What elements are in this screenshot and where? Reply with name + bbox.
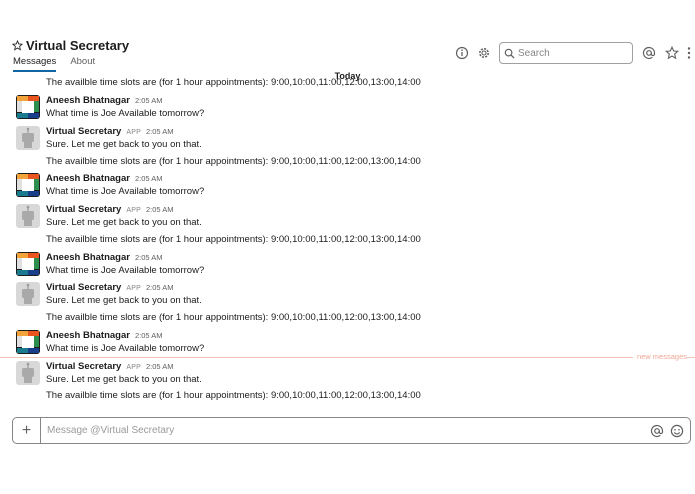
sender-name[interactable]: Aneesh Bhatnagar <box>46 330 130 341</box>
bot-avatar-icon <box>16 361 40 385</box>
mention-icon[interactable] <box>650 424 664 438</box>
avatar[interactable] <box>16 95 40 119</box>
message-time[interactable]: 2:05 AM <box>135 174 163 183</box>
message-header: Virtual Secretary APP 2:05 AM <box>46 126 173 137</box>
avatar[interactable] <box>16 204 40 228</box>
message-header: Aneesh Bhatnagar 2:05 AM <box>46 95 162 106</box>
user-avatar-icon <box>16 95 40 119</box>
star-icon[interactable] <box>665 46 679 60</box>
message-text: Sure. Let me get back to you on that. <box>46 217 202 228</box>
message-header: Virtual Secretary APP 2:05 AM <box>46 204 173 215</box>
message-text: What time is Joe Available tomorrow? <box>46 108 205 119</box>
new-messages-divider <box>0 357 695 358</box>
message-text: Sure. Let me get back to you on that. <box>46 374 202 385</box>
app-badge: APP <box>126 364 141 371</box>
avatar[interactable] <box>16 361 40 385</box>
sender-name[interactable]: Aneesh Bhatnagar <box>46 95 130 106</box>
channel-header: Virtual Secretary Messages About <box>0 0 695 72</box>
title-row: Virtual Secretary <box>12 38 129 53</box>
at-icon[interactable] <box>642 46 656 60</box>
avatar[interactable] <box>16 252 40 276</box>
message-text: What time is Joe Available tomorrow? <box>46 343 205 354</box>
sender-name[interactable]: Virtual Secretary <box>46 204 121 215</box>
search-box[interactable] <box>499 42 633 64</box>
sender-name[interactable]: Aneesh Bhatnagar <box>46 173 130 184</box>
message-header: Aneesh Bhatnagar 2:05 AM <box>46 252 162 263</box>
gear-icon[interactable] <box>477 46 491 60</box>
message-text: The availble time slots are (for 1 hour … <box>46 312 421 323</box>
message-header: Aneesh Bhatnagar 2:05 AM <box>46 173 162 184</box>
message-text: Sure. Let me get back to you on that. <box>46 295 202 306</box>
message-text: The availble time slots are (for 1 hour … <box>46 390 421 401</box>
search-icon <box>504 48 515 59</box>
sender-name[interactable]: Virtual Secretary <box>46 126 121 137</box>
message-text: What time is Joe Available tomorrow? <box>46 186 205 197</box>
more-icon[interactable] <box>686 46 692 60</box>
message-time[interactable]: 2:05 AM <box>146 283 174 292</box>
app-badge: APP <box>126 129 141 136</box>
user-avatar-icon <box>16 330 40 354</box>
info-icon[interactable] <box>455 46 469 60</box>
message-time[interactable]: 2:05 AM <box>135 96 163 105</box>
message-list: The availble time slots are (for 1 hour … <box>0 72 695 410</box>
attach-button[interactable]: + <box>13 418 41 443</box>
app-badge: APP <box>126 207 141 214</box>
user-avatar-icon <box>16 252 40 276</box>
avatar[interactable] <box>16 330 40 354</box>
user-avatar-icon <box>16 173 40 197</box>
message-time[interactable]: 2:05 AM <box>135 253 163 262</box>
avatar[interactable] <box>16 282 40 306</box>
app-badge: APP <box>126 285 141 292</box>
message-text: What time is Joe Available tomorrow? <box>46 265 205 276</box>
message-time[interactable]: 2:05 AM <box>135 331 163 340</box>
emoji-icon[interactable] <box>670 424 684 438</box>
sender-name[interactable]: Virtual Secretary <box>46 361 121 372</box>
bot-avatar-icon <box>16 204 40 228</box>
search-input[interactable] <box>518 47 626 59</box>
message-header: Virtual Secretary APP 2:05 AM <box>46 361 173 372</box>
message-text: Sure. Let me get back to you on that. <box>46 139 202 150</box>
channel-title: Virtual Secretary <box>26 38 130 53</box>
message-composer: + <box>12 417 691 444</box>
message-header: Aneesh Bhatnagar 2:05 AM <box>46 330 162 341</box>
bot-avatar-icon <box>16 126 40 150</box>
bot-avatar-icon <box>16 282 40 306</box>
message-time[interactable]: 2:05 AM <box>146 362 174 371</box>
message-text: The availble time slots are (for 1 hour … <box>46 234 421 245</box>
sender-name[interactable]: Aneesh Bhatnagar <box>46 252 130 263</box>
message-input[interactable] <box>41 425 650 436</box>
avatar[interactable] <box>16 173 40 197</box>
message-text: The availble time slots are (for 1 hour … <box>46 156 421 167</box>
message-time[interactable]: 2:05 AM <box>146 127 174 136</box>
message-time[interactable]: 2:05 AM <box>146 205 174 214</box>
message-header: Virtual Secretary APP 2:05 AM <box>46 282 173 293</box>
avatar[interactable] <box>16 126 40 150</box>
message-text: The availble time slots are (for 1 hour … <box>46 77 421 88</box>
star-icon[interactable] <box>12 40 23 51</box>
new-messages-label: new messages <box>632 352 687 361</box>
sender-name[interactable]: Virtual Secretary <box>46 282 121 293</box>
